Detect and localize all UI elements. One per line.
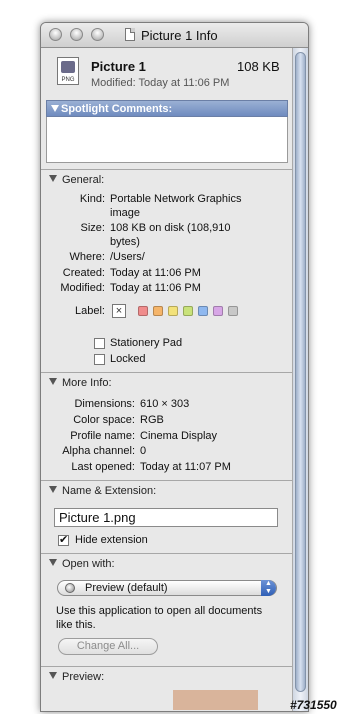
disclosure-triangle-icon[interactable]	[49, 559, 57, 566]
info-content: PNG Picture 1 108 KB Modified: Today at …	[41, 48, 292, 711]
divider	[41, 666, 292, 667]
preview-section-header[interactable]: Preview:	[49, 671, 104, 683]
divider	[41, 372, 292, 373]
profile-name-label: Profile name:	[70, 430, 135, 442]
label-color-swatch[interactable]	[213, 306, 223, 316]
image-glyph-icon	[61, 61, 75, 73]
kind-value-line2: image	[110, 207, 140, 219]
label-color-swatch[interactable]	[183, 306, 193, 316]
size-value-line2: bytes)	[110, 236, 140, 248]
close-button[interactable]	[49, 28, 62, 41]
locked-checkbox[interactable]	[94, 354, 105, 365]
created-label: Created:	[62, 267, 105, 279]
divider	[41, 169, 292, 170]
created-value: Today at 11:06 PM	[110, 267, 201, 279]
dimensions-value: 610 × 303	[140, 398, 190, 410]
open-with-title: Open with:	[62, 558, 115, 570]
color-space-value: RGB	[140, 414, 164, 426]
size-label: Size:	[80, 222, 105, 234]
document-icon	[125, 28, 135, 41]
name-extension-section-header[interactable]: Name & Extension:	[49, 485, 156, 497]
more-info-title: More Info:	[62, 377, 112, 389]
label-color-swatch[interactable]	[138, 306, 148, 316]
open-with-section-header[interactable]: Open with:	[49, 558, 115, 570]
popup-arrows-icon: ▲ ▼	[261, 580, 276, 596]
hide-extension-checkbox[interactable]	[58, 533, 69, 546]
label-none-button[interactable]: ×	[112, 304, 126, 318]
more-info-section-header[interactable]: More Info:	[49, 377, 112, 389]
alpha-channel-value: 0	[140, 445, 147, 457]
dimensions-label: Dimensions:	[74, 398, 135, 410]
preview-thumbnail	[173, 690, 258, 710]
file-header: PNG Picture 1 108 KB Modified: Today at …	[41, 48, 292, 98]
stationery-pad-checkbox[interactable]	[94, 338, 105, 349]
spotlight-comments-title: Spotlight Comments:	[61, 103, 173, 115]
kind-value-line1: Portable Network Graphics	[110, 193, 242, 205]
change-all-button[interactable]: Change All...	[58, 638, 158, 655]
disclosure-triangle-icon[interactable]	[49, 672, 57, 679]
last-opened-label: Last opened:	[71, 461, 135, 473]
spotlight-comments-field[interactable]	[46, 117, 288, 163]
where-value: /Users/	[110, 251, 145, 263]
preview-title: Preview:	[62, 671, 105, 683]
label-color-swatch[interactable]	[168, 306, 178, 316]
open-with-description-line1: Use this application to open all documen…	[56, 605, 263, 617]
locked-label: Locked	[110, 353, 146, 365]
alpha-channel-label: Alpha channel:	[62, 445, 135, 457]
kind-label: Kind:	[79, 193, 105, 205]
label-color-swatch[interactable]	[153, 306, 163, 316]
disclosure-triangle-icon[interactable]	[49, 175, 57, 182]
general-section-header[interactable]: General:	[49, 174, 104, 186]
preview-app-icon	[65, 583, 75, 593]
png-file-icon: PNG	[57, 57, 79, 85]
window-title: Picture 1 Info	[141, 28, 218, 43]
open-with-description-line2: like this.	[56, 619, 96, 631]
divider	[41, 480, 292, 481]
disclosure-triangle-icon[interactable]	[49, 486, 57, 493]
minimize-button[interactable]	[70, 28, 83, 41]
color-space-label: Color space:	[73, 414, 135, 426]
icon-label: PNG	[61, 77, 75, 83]
name-extension-title: Name & Extension:	[62, 485, 157, 497]
info-window: Picture 1 Info PNG Picture 1 108 KB Modi…	[40, 22, 309, 712]
file-modified: Modified: Today at 11:06 PM	[91, 77, 230, 89]
general-title: General:	[62, 174, 105, 186]
modified-value: Today at 11:06 PM	[110, 282, 201, 294]
where-label: Where:	[69, 251, 105, 263]
divider	[41, 553, 292, 554]
last-opened-value: Today at 11:07 PM	[140, 461, 231, 473]
open-with-selected-app: Preview (default)	[85, 582, 168, 594]
title-bar[interactable]: Picture 1 Info	[41, 23, 308, 48]
label-label: Label:	[75, 305, 105, 317]
disclosure-triangle-icon[interactable]	[51, 105, 59, 112]
spotlight-comments-header[interactable]: Spotlight Comments:	[46, 100, 288, 117]
file-size: 108 KB	[237, 59, 280, 74]
zoom-button[interactable]	[91, 28, 104, 41]
filename-field[interactable]: Picture 1.png	[54, 508, 278, 527]
scrollbar-thumb[interactable]	[295, 52, 306, 692]
open-with-popup[interactable]: Preview (default) ▲ ▼	[57, 580, 277, 596]
label-color-swatch[interactable]	[228, 306, 238, 316]
stationery-pad-label: Stationery Pad	[110, 337, 183, 349]
profile-name-value: Cinema Display	[140, 430, 218, 442]
label-color-swatch[interactable]	[198, 306, 208, 316]
file-name: Picture 1	[91, 59, 146, 74]
disclosure-triangle-icon[interactable]	[49, 378, 57, 385]
modified-label: Modified:	[60, 282, 105, 294]
size-value-line1: 108 KB on disk (108,910	[110, 222, 231, 234]
hide-extension-label: Hide extension	[75, 534, 148, 546]
watermark-text: #731550	[290, 698, 337, 712]
vertical-scrollbar[interactable]	[292, 48, 308, 711]
